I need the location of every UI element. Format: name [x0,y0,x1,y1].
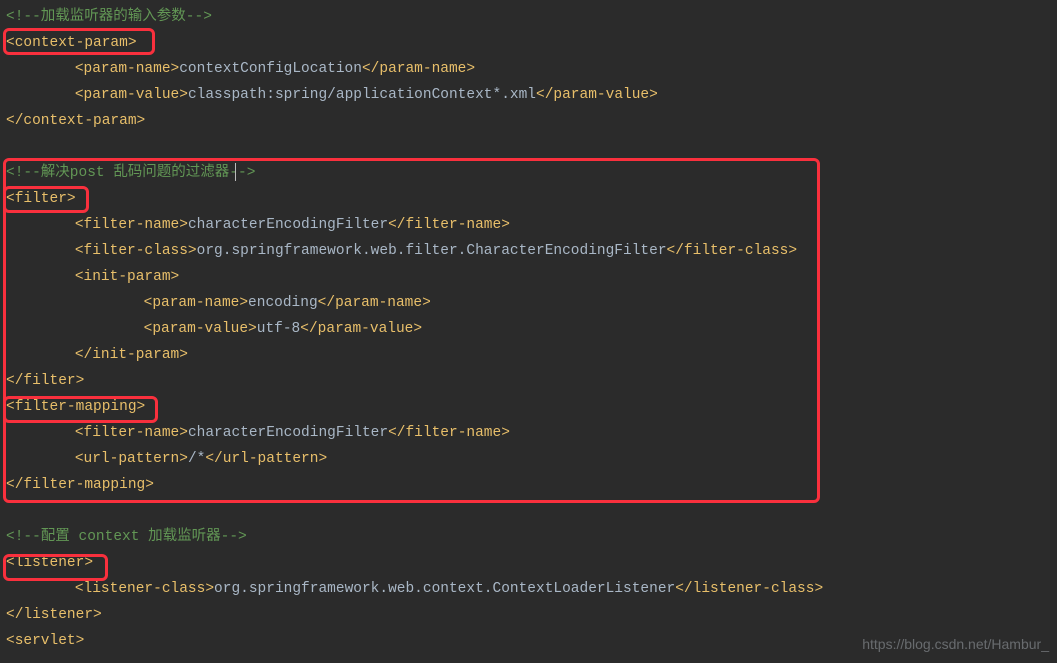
code-line[interactable]: </init-param> [6,342,1057,368]
token-tag: <filter> [6,191,76,207]
token-tag: </param-value> [536,87,658,103]
token-tag: <servlet> [6,633,84,649]
token-txt: characterEncodingFilter [188,217,388,233]
token-txt: encoding [248,295,318,311]
code-line[interactable]: <filter-name>characterEncodingFilter</fi… [6,420,1057,446]
code-line[interactable]: <param-name>encoding</param-name> [6,290,1057,316]
token-cmt: <!--配置 context 加载监听器--> [6,529,247,545]
token-tag: <filter-name> [75,425,188,441]
code-line[interactable]: <param-value>classpath:spring/applicatio… [6,82,1057,108]
code-line[interactable] [6,498,1057,524]
token-cmt: <!--解决post 乱码问题的过滤器--> [6,165,255,181]
token-txt: org.springframework.web.filter.Character… [197,243,667,259]
code-line[interactable]: <url-pattern>/*</url-pattern> [6,446,1057,472]
token-cmt: <!--加载监听器的输入参数--> [6,9,212,25]
token-tag: </filter-class> [667,243,798,259]
token-tag: </url-pattern> [205,451,327,467]
code-line[interactable]: <init-param> [6,264,1057,290]
code-line[interactable]: <!--解决post 乱码问题的过滤器--> [6,160,1057,186]
code-line[interactable]: <filter> [6,186,1057,212]
token-tag: </init-param> [75,347,188,363]
token-txt: utf-8 [257,321,301,337]
token-tag: </filter-name> [388,425,510,441]
token-tag: </filter> [6,373,84,389]
token-tag: <param-name> [144,295,248,311]
code-line[interactable]: </filter> [6,368,1057,394]
token-tag: <context-param> [6,35,137,51]
token-txt: characterEncodingFilter [188,425,388,441]
code-line[interactable]: <context-param> [6,30,1057,56]
token-tag: <param-value> [144,321,257,337]
code-block[interactable]: <!--加载监听器的输入参数--> <context-param> <param-… [0,0,1057,654]
code-line[interactable]: <filter-class>org.springframework.web.fi… [6,238,1057,264]
token-tag: <filter-mapping> [6,399,145,415]
token-txt: contextConfigLocation [179,61,362,77]
token-tag: </filter-name> [388,217,510,233]
token-tag: <url-pattern> [75,451,188,467]
code-line[interactable]: <!--配置 context 加载监听器--> [6,524,1057,550]
token-tag: </param-name> [362,61,475,77]
token-tag: <filter-class> [75,243,197,259]
token-tag: <param-value> [75,87,188,103]
token-tag: <filter-name> [75,217,188,233]
token-tag: <listener-class> [75,581,214,597]
token-txt: /* [188,451,205,467]
watermark: https://blog.csdn.net/Hambur_ [862,631,1049,657]
token-tag: <init-param> [75,269,179,285]
token-tag: </filter-mapping> [6,477,154,493]
code-line[interactable]: </listener> [6,602,1057,628]
code-line[interactable]: </filter-mapping> [6,472,1057,498]
token-tag: </listener> [6,607,102,623]
token-tag: </param-value> [300,321,422,337]
token-tag: <listener> [6,555,93,571]
code-line[interactable]: <listener-class>org.springframework.web.… [6,576,1057,602]
code-line[interactable]: <param-name>contextConfigLocation</param… [6,56,1057,82]
code-line[interactable]: </context-param> [6,108,1057,134]
token-tag: </context-param> [6,113,145,129]
token-txt: org.springframework.web.context.ContextL… [214,581,675,597]
code-line[interactable]: <filter-mapping> [6,394,1057,420]
code-line[interactable] [6,134,1057,160]
code-line[interactable]: <filter-name>characterEncodingFilter</fi… [6,212,1057,238]
code-editor[interactable]: <!--加载监听器的输入参数--> <context-param> <param-… [0,0,1057,663]
code-line[interactable]: <param-value>utf-8</param-value> [6,316,1057,342]
code-line[interactable]: <!--加载监听器的输入参数--> [6,4,1057,30]
token-tag: </param-name> [318,295,431,311]
token-txt: classpath:spring/applicationContext*.xml [188,87,536,103]
token-tag: <param-name> [75,61,179,77]
code-line[interactable]: <listener> [6,550,1057,576]
token-tag: </listener-class> [675,581,823,597]
